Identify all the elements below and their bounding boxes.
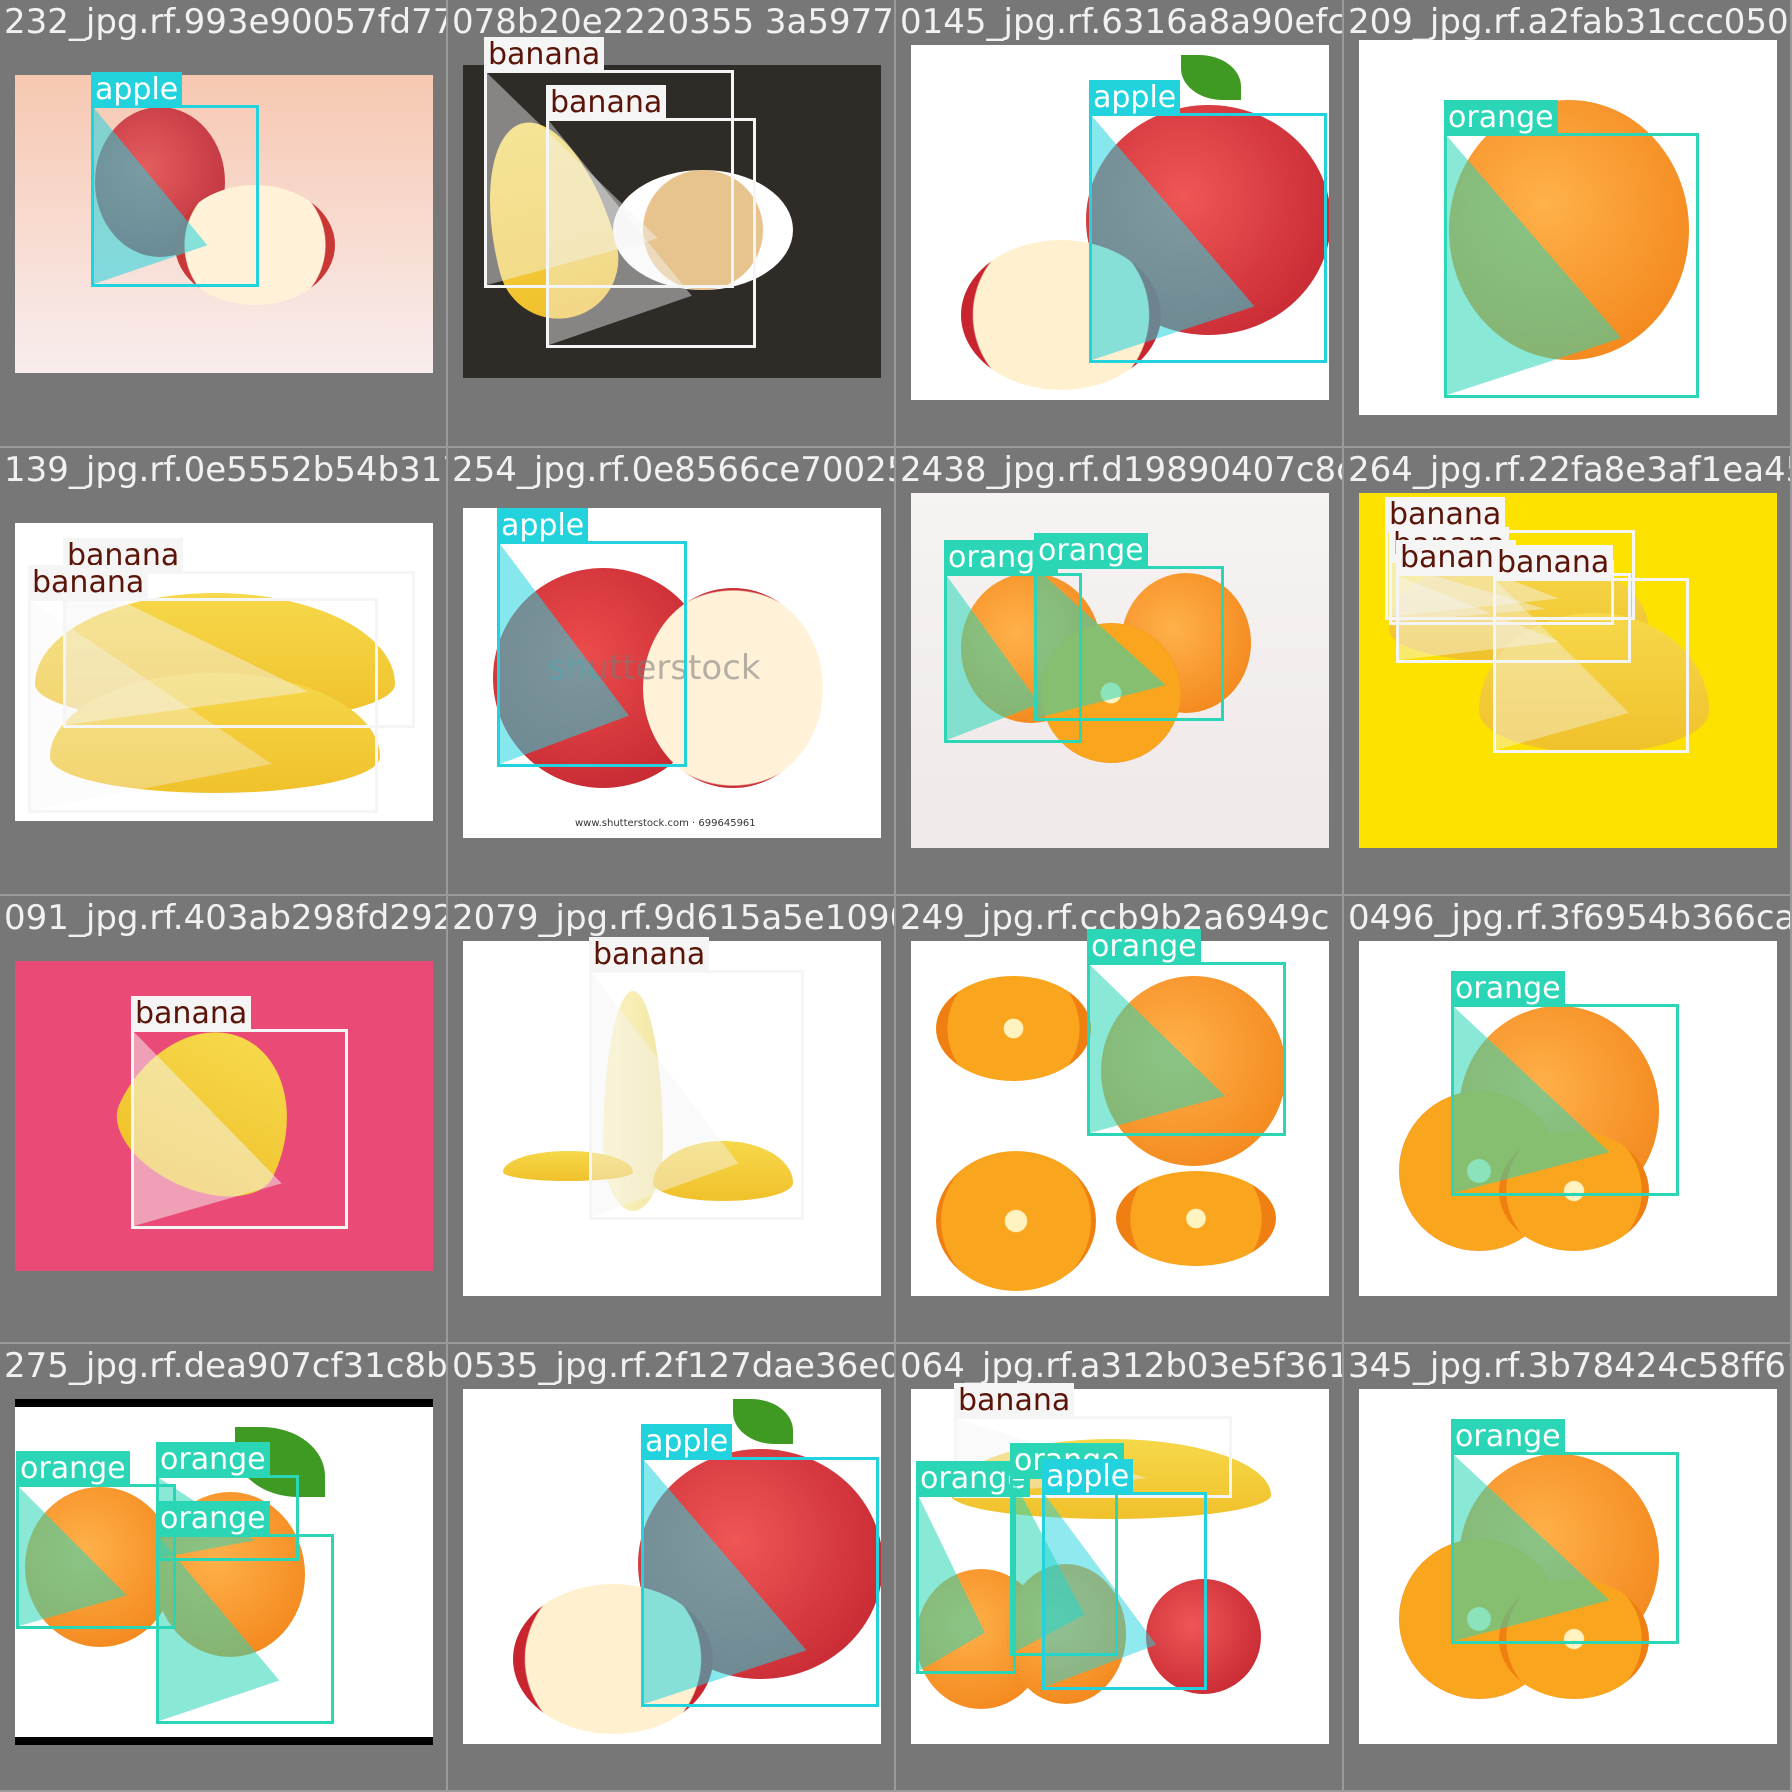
detection-label: apple [1089,80,1181,116]
detection-box: banana [28,565,378,813]
detection-mask [1496,581,1629,750]
detection-mask [549,121,692,345]
detection-box: orange [16,1451,176,1629]
detection-mask [500,544,629,764]
detection-box: apple [1042,1459,1207,1690]
tile-title: 064_jpg.rf.a312b03e5f361748 [900,1346,1342,1386]
detection-mask [1454,1007,1610,1193]
tile-2: 0145_jpg.rf.6316a8a90efcf1ef apple [896,0,1344,448]
detection-label: orange [1444,100,1558,136]
detection-box: orange [1444,100,1699,398]
detection-label: orange [1087,929,1201,965]
tile-title: 2438_jpg.rf.d19890407c8d534b [900,450,1342,490]
detection-box: banana [1493,545,1689,753]
detection-mask [1037,569,1166,718]
leaf [1181,55,1241,100]
detection-mask [644,1460,807,1704]
detection-box: orange [1451,1419,1679,1644]
detection-label: apple [497,508,589,544]
detection-label: orange [156,1501,270,1537]
detection-label: orange [1451,1419,1565,1455]
detection-label: apple [641,1424,733,1460]
detection-box: orange [1451,971,1679,1196]
tile-8: 091_jpg.rf.403ab298fd292140 banana [0,896,448,1344]
detection-mask [1045,1495,1157,1687]
detection-label: orange [1034,533,1148,569]
detection-mask [159,1537,280,1721]
tile-title: 0535_jpg.rf.2f127dae36e0152e [452,1346,896,1386]
tile-10: 249_jpg.rf.ccb9b2a6949c orange [896,896,1344,1344]
tile-3: 209_jpg.rf.a2fab31ccc0504f4 orange [1344,0,1792,448]
detection-mask [94,108,208,284]
tile-6: 2438_jpg.rf.d19890407c8d534b orange oran… [896,448,1344,896]
tile-title: 091_jpg.rf.403ab298fd292140 [4,898,446,938]
detection-mask [134,1032,282,1226]
tile-15: 345_jpg.rf.3b78424c58ff61be orange [1344,1344,1792,1792]
leaf [733,1399,793,1444]
tile-9: 2079_jpg.rf.9d615a5e109026e banana [448,896,896,1344]
detection-mask [31,601,272,810]
tile-title: 0145_jpg.rf.6316a8a90efcf1ef [900,2,1344,42]
orange-half [936,976,1091,1081]
tile-title: 254_jpg.rf.0e8566ce70025a46 [452,450,894,490]
tile-title: 2079_jpg.rf.9d615a5e109026e [452,898,894,938]
orange-half [1116,1171,1276,1266]
detection-box: orange [1034,533,1224,721]
tile-title: 345_jpg.rf.3b78424c58ff61be [1348,1346,1790,1386]
detection-label: apple [91,72,183,108]
detection-label: orange [16,1451,130,1487]
detection-box: apple [497,508,687,767]
tile-7: 264_jpg.rf.22fa8e3af1ea45fc banana banan… [1344,448,1792,896]
tile-1: 078b20e2220355 3a59779e8 banana banana [448,0,896,448]
detection-label: banana [546,85,667,121]
detection-box: orange [156,1501,334,1724]
detection-label: banana [589,937,710,973]
detection-box: banana [589,937,804,1220]
detection-mask [19,1487,127,1626]
tile-title: 232_jpg.rf.993e90057fd77aa [4,2,448,42]
tile-title: 275_jpg.rf.dea907cf31c8b899 [4,1346,448,1386]
tile-title: 209_jpg.rf.a2fab31ccc0504f4 [1348,2,1790,42]
detection-label: banana [131,996,252,1032]
tile-title: 139_jpg.rf.0e5552b54b317c61 [4,450,446,490]
detection-box: banana [546,85,756,348]
detection-box: apple [1089,80,1327,363]
detection-mask [1092,116,1255,360]
tile-5: 254_jpg.rf.0e8566ce70025a46 shutterstock… [448,448,896,896]
detection-label: banana [954,1383,1075,1419]
detection-box: apple [91,72,259,287]
tile-title: 078b20e2220355 3a59779e8 [452,2,894,42]
tile-12: 275_jpg.rf.dea907cf31c8b899 orange orang… [0,1344,448,1792]
detection-mask [1454,1455,1610,1641]
detection-box: apple [641,1424,879,1707]
tile-title: 0496_jpg.rf.3f6954b366ca755c [1348,898,1792,938]
tile-title: 264_jpg.rf.22fa8e3af1ea45fc [1348,450,1792,490]
detection-label: banana [484,37,605,73]
detection-mask [1447,136,1622,395]
tile-4: 139_jpg.rf.0e5552b54b317c61 banana banan… [0,448,448,896]
detection-mask [919,1497,985,1671]
tile-11: 0496_jpg.rf.3f6954b366ca755c orange [1344,896,1792,1344]
detection-label: banana [1493,545,1614,581]
detection-label: orange [1451,971,1565,1007]
detection-label: apple [1042,1459,1134,1495]
orange-half [936,1151,1096,1291]
detection-grid: 232_jpg.rf.993e90057fd77aa apple 078b20e… [0,0,1792,1792]
tile-13: 0535_jpg.rf.2f127dae36e0152e apple [448,1344,896,1792]
detection-box: orange [916,1461,1030,1674]
detection-mask [1090,965,1226,1133]
detection-box: orange [1087,929,1286,1136]
photo-caption: www.shutterstock.com · 699645961 [575,818,756,829]
tile-0: 232_jpg.rf.993e90057fd77aa apple [0,0,448,448]
detection-box: banana [131,996,348,1229]
detection-label: orange [156,1442,270,1478]
detection-mask [592,973,739,1217]
detection-label: banana [28,565,149,601]
tile-14: 064_jpg.rf.a312b03e5f361748 banana orang… [896,1344,1344,1792]
